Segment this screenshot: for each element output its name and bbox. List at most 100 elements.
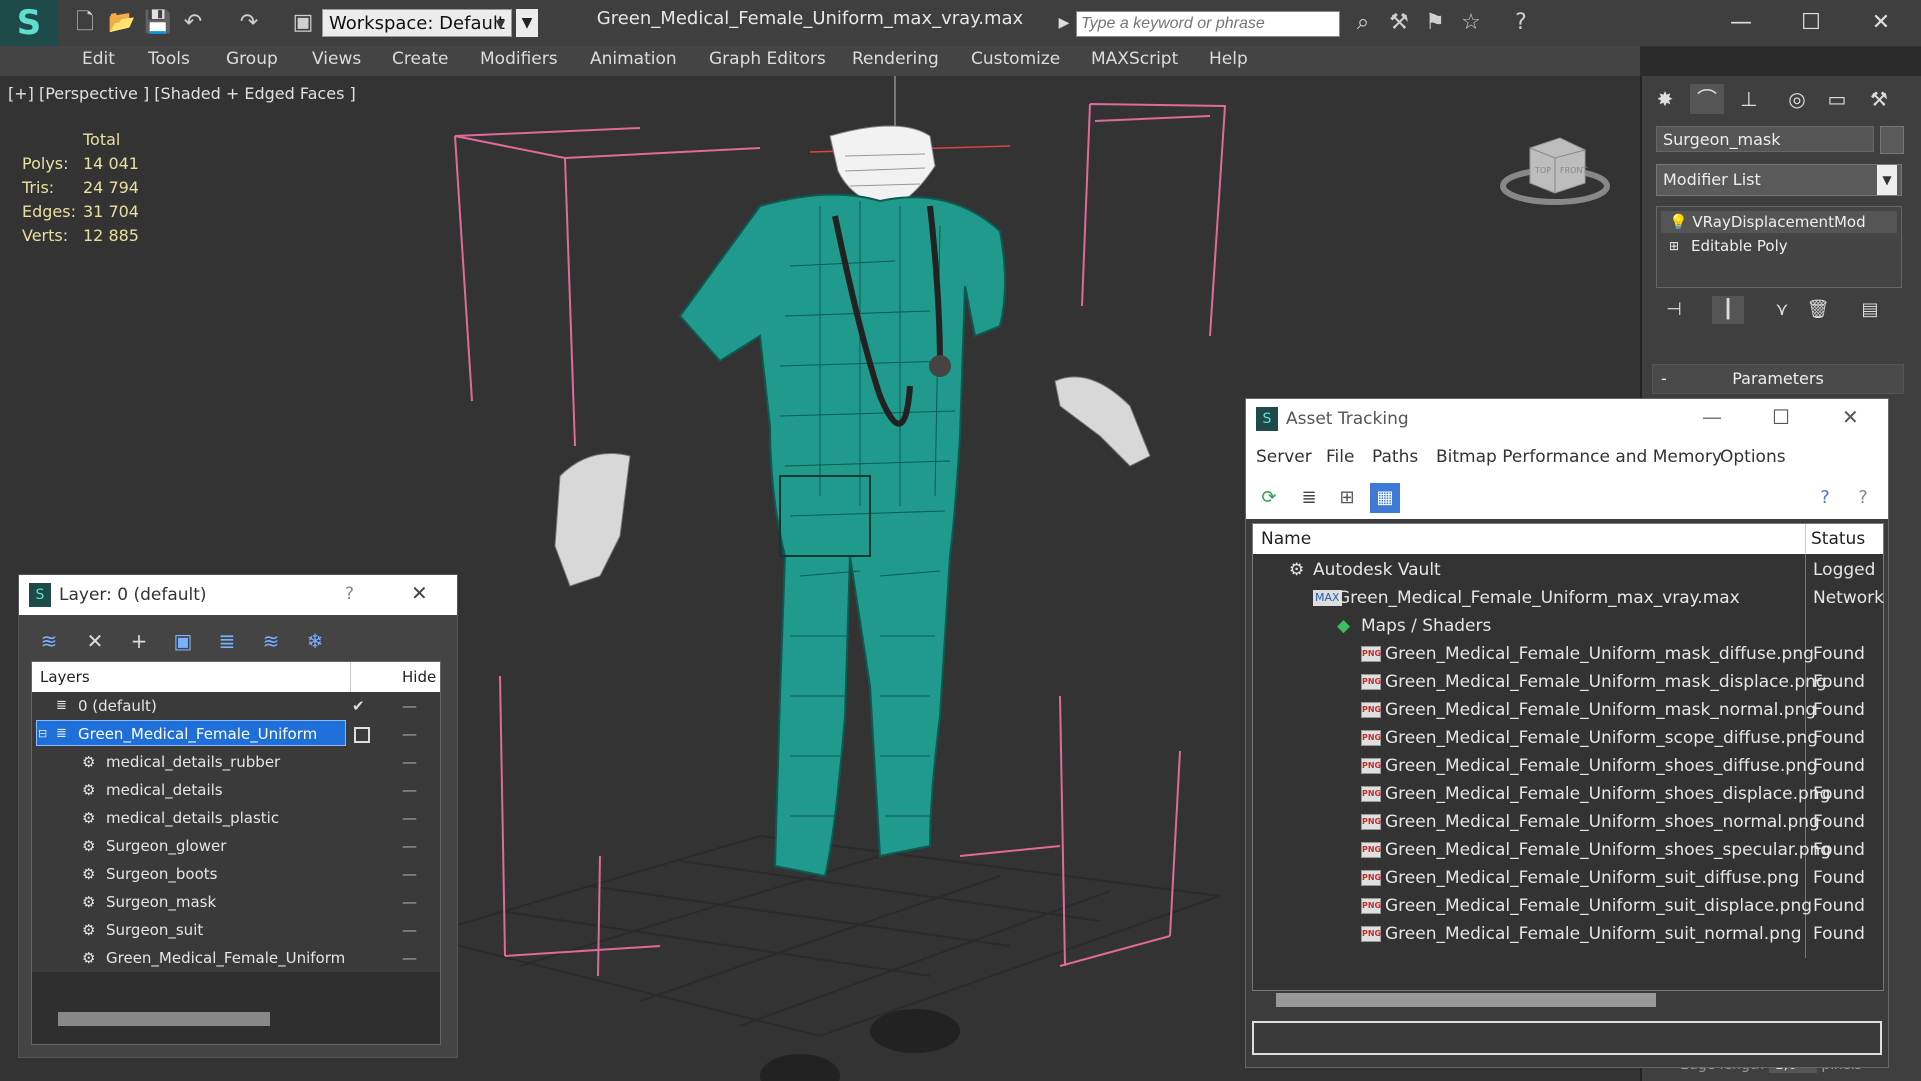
create-tab-icon[interactable]: ✸ xyxy=(1648,84,1682,114)
vault-options-icon[interactable]: ? xyxy=(1848,483,1878,513)
workspace-select[interactable]: Workspace: Default ▼ xyxy=(322,9,512,37)
favorites-star-icon[interactable]: ☆ xyxy=(1458,10,1484,36)
vault-help-icon[interactable]: ? xyxy=(1810,483,1840,513)
asset-row[interactable]: PNG Green_Medical_Female_Uniform_shoes_no… xyxy=(1253,808,1883,836)
new-file-icon[interactable]: 🗋 xyxy=(72,10,98,36)
asset-row[interactable]: MAX Green_Medical_Female_Uniform_max_vray… xyxy=(1253,584,1884,612)
object-color-swatch[interactable] xyxy=(1880,126,1904,154)
undo-icon[interactable]: ↶ xyxy=(180,10,206,36)
asset-menu-paths[interactable]: Paths xyxy=(1372,447,1418,467)
viewcube[interactable]: TOP FRONT xyxy=(1500,128,1610,208)
asset-menu-file[interactable]: File xyxy=(1326,447,1354,467)
layer-object-row[interactable]: ⚙ Surgeon_mask — xyxy=(32,888,440,916)
layer-object-row[interactable]: ⚙ Green_Medical_Female_Uniform — xyxy=(32,944,440,972)
delete-layer-icon[interactable]: ✕ xyxy=(79,625,111,657)
highlight-layer-icon[interactable]: ≣ xyxy=(211,625,243,657)
utilities-tab-icon[interactable]: ⚒ xyxy=(1862,84,1896,114)
asset-row[interactable]: ◆ Maps / Shaders xyxy=(1253,612,1883,640)
open-file-icon[interactable]: 📂 xyxy=(108,10,135,36)
tools-icon[interactable]: ⚒ xyxy=(1386,10,1412,36)
minimize-icon[interactable]: — xyxy=(1716,6,1766,40)
search-expand-icon[interactable]: ▶ xyxy=(1054,10,1074,36)
layer-row-selected[interactable]: ⊟ ≣ Green_Medical_Female_Uniform — xyxy=(32,720,440,748)
search-input[interactable] xyxy=(1076,11,1340,37)
modify-tab-icon[interactable]: ⌒ xyxy=(1690,84,1724,114)
asset-row[interactable]: PNG Green_Medical_Female_Uniform_mask_dif… xyxy=(1253,640,1883,668)
binoculars-icon[interactable]: ⌕ xyxy=(1350,10,1376,36)
rollout-collapse-sign[interactable]: - xyxy=(1661,365,1667,393)
refresh-icon[interactable]: ⟳ xyxy=(1254,483,1284,513)
menu-views[interactable]: Views xyxy=(312,49,361,69)
display-tab-icon[interactable]: ▭ xyxy=(1820,84,1854,114)
asset-row[interactable]: PNG Green_Medical_Female_Uniform_suit_dif… xyxy=(1253,864,1883,892)
viewport-label[interactable]: [+] [Perspective ] [Shaded + Edged Faces… xyxy=(8,84,356,103)
hierarchy-tab-icon[interactable]: ⊥ xyxy=(1732,84,1766,114)
layers-column-header[interactable]: Layers xyxy=(40,668,90,686)
hide-column-header[interactable]: Hide xyxy=(402,668,436,686)
asset-row[interactable]: PNG Green_Medical_Female_Uniform_shoes_di… xyxy=(1253,780,1883,808)
asset-dialog-titlebar[interactable]: S Asset Tracking — ☐ ✕ xyxy=(1246,399,1888,439)
menu-animation[interactable]: Animation xyxy=(590,49,677,69)
motion-tab-icon[interactable]: ◎ xyxy=(1780,84,1814,114)
table-view-icon[interactable]: ▦ xyxy=(1370,483,1400,513)
redo-icon[interactable]: ↷ xyxy=(236,10,262,36)
menu-customize[interactable]: Customize xyxy=(971,49,1060,69)
maximize-icon[interactable]: ☐ xyxy=(1786,6,1836,40)
asset-horizontal-scrollbar[interactable] xyxy=(1276,993,1656,1007)
asset-close-icon[interactable]: ✕ xyxy=(1842,405,1859,429)
menu-help[interactable]: Help xyxy=(1209,49,1248,69)
layer-close-icon[interactable]: ✕ xyxy=(411,581,428,605)
modifier-list-dropdown[interactable]: Modifier List ▼ xyxy=(1656,164,1902,196)
create-layer-icon[interactable]: ≋ xyxy=(33,625,65,657)
layer-help-button[interactable]: ? xyxy=(345,584,354,604)
add-to-layer-icon[interactable]: + xyxy=(123,625,155,657)
layer-object-row[interactable]: ⚙ medical_details — xyxy=(32,776,440,804)
tree-view-icon[interactable]: ⊞ xyxy=(1332,483,1362,513)
asset-menu-server[interactable]: Server xyxy=(1256,447,1312,467)
menu-group[interactable]: Group xyxy=(226,49,278,69)
menu-graph-editors[interactable]: Graph Editors xyxy=(709,49,826,69)
show-end-result-icon[interactable]: ┃ xyxy=(1712,296,1744,324)
menu-edit[interactable]: Edit xyxy=(82,49,115,69)
select-objects-icon[interactable]: ▣ xyxy=(167,625,199,657)
save-icon[interactable]: 💾 xyxy=(144,10,171,36)
menu-tools[interactable]: Tools xyxy=(148,49,190,69)
asset-maximize-icon[interactable]: ☐ xyxy=(1772,405,1790,429)
asset-row[interactable]: PNG Green_Medical_Female_Uniform_suit_nor… xyxy=(1253,920,1883,948)
menu-maxscript[interactable]: MAXScript xyxy=(1091,49,1178,69)
menu-create[interactable]: Create xyxy=(392,49,449,69)
layer-object-row[interactable]: ⚙ Surgeon_glower — xyxy=(32,832,440,860)
layer-object-row[interactable]: ⚙ medical_details_rubber — xyxy=(32,748,440,776)
help-icon[interactable]: ? xyxy=(1508,10,1534,36)
communication-icon[interactable]: ⚑ xyxy=(1422,10,1448,36)
expand-plus-icon[interactable]: ⊞ xyxy=(1669,235,1679,257)
asset-row[interactable]: PNG Green_Medical_Female_Uniform_suit_dis… xyxy=(1253,892,1883,920)
name-column-header[interactable]: Name xyxy=(1261,529,1311,549)
list-view-icon[interactable]: ≣ xyxy=(1294,483,1324,513)
remove-modifier-icon[interactable]: 🗑 xyxy=(1802,296,1834,324)
asset-row[interactable]: PNG Green_Medical_Female_Uniform_mask_nor… xyxy=(1253,696,1883,724)
stack-item-editable-poly[interactable]: ⊞ Editable Poly xyxy=(1661,235,1897,257)
app-logo-icon[interactable]: S xyxy=(0,0,58,46)
project-folder-icon[interactable]: ▣ xyxy=(290,10,316,36)
asset-path-field[interactable] xyxy=(1252,1021,1882,1055)
configure-modifier-sets-icon[interactable]: ▤ xyxy=(1854,296,1886,324)
lightbulb-icon[interactable]: 💡 xyxy=(1669,211,1688,233)
asset-menu-bitmap-performance[interactable]: Bitmap Performance and Memory xyxy=(1436,447,1722,467)
asset-row[interactable]: PNG Green_Medical_Female_Uniform_shoes_di… xyxy=(1253,752,1883,780)
hide-all-icon[interactable]: ≋ xyxy=(255,625,287,657)
asset-row[interactable]: PNG Green_Medical_Female_Uniform_mask_dis… xyxy=(1253,668,1883,696)
layer-horizontal-scrollbar[interactable] xyxy=(58,1012,270,1026)
layer-dialog-titlebar[interactable]: S Layer: 0 (default) ? ✕ xyxy=(19,575,457,615)
workspace-menu-button[interactable]: ▼ xyxy=(516,9,538,37)
set-current-box[interactable] xyxy=(354,727,370,743)
menu-rendering[interactable]: Rendering xyxy=(852,49,939,69)
layer-object-row[interactable]: ⚙ medical_details_plastic — xyxy=(32,804,440,832)
stack-item-vray-displacement[interactable]: 💡 VRayDisplacementMod xyxy=(1661,211,1897,233)
parameters-rollout[interactable]: - Parameters xyxy=(1652,364,1904,394)
asset-minimize-icon[interactable]: — xyxy=(1702,405,1722,429)
close-icon[interactable]: ✕ xyxy=(1856,6,1906,40)
asset-row[interactable]: PNG Green_Medical_Female_Uniform_scope_di… xyxy=(1253,724,1883,752)
asset-menu-options[interactable]: Options xyxy=(1720,447,1786,467)
current-layer-check[interactable]: ✔ xyxy=(352,692,365,720)
